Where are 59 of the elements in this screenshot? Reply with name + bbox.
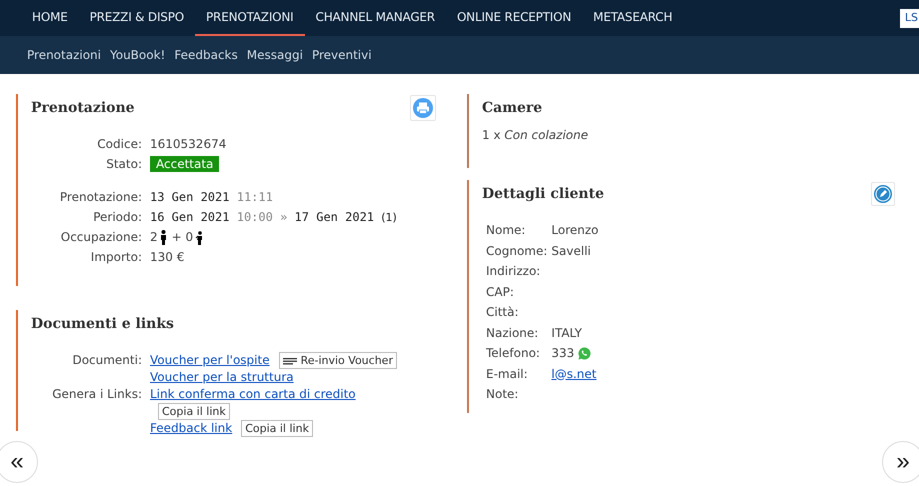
field-value: ITALY <box>551 324 582 341</box>
field-value: 333 <box>551 345 574 362</box>
adults-count: 2 <box>150 229 158 246</box>
range-separator: » <box>280 210 288 224</box>
next-button[interactable]: » <box>882 441 919 483</box>
field-label: E-mail: <box>486 366 529 382</box>
status-tag: Accettata <box>150 156 220 172</box>
field-label: Indirizzo: <box>486 263 542 280</box>
children-count: + 0 <box>172 229 194 246</box>
field-label: Occupazione: <box>60 229 142 246</box>
field-label: Stato: <box>105 156 142 173</box>
nav-tab[interactable]: CHANNEL MANAGER <box>304 0 446 36</box>
field-label: Periodo: <box>92 209 142 226</box>
field-label: Telefono: <box>486 345 541 362</box>
nav-tab[interactable]: METASEARCH <box>582 0 684 36</box>
subnav-link[interactable]: Prenotazioni <box>27 48 101 62</box>
nights-count: (1) <box>381 211 397 224</box>
section-title: Camere <box>482 100 542 116</box>
field-label: Documenti: <box>71 352 142 369</box>
section-title: Dettagli cliente <box>482 186 604 202</box>
field-label: Nome: <box>486 222 526 238</box>
field-label: Importo: <box>90 249 142 266</box>
voucher-link[interactable]: Voucher per l'ospite <box>150 352 270 369</box>
email-link[interactable]: l@s.net <box>551 366 596 382</box>
room-line: 1 x Con colazione <box>482 128 590 142</box>
field-label: Note: <box>486 386 520 402</box>
date-text: 16 Gen 2021 <box>150 210 230 224</box>
field-label: Cognome: <box>486 242 548 259</box>
field-label: CAP: <box>486 284 515 300</box>
user-badge[interactable]: LS <box>900 9 919 28</box>
amount-value: 130 € <box>150 249 186 266</box>
date-text: 13 Gen 2021 <box>150 190 230 204</box>
field-value: Savelli <box>551 242 591 259</box>
copy-link-button[interactable]: Copia il link <box>241 420 313 437</box>
booking-code: 1610532674 <box>150 136 228 153</box>
nav-tab[interactable]: PREZZI & DISPO <box>78 0 196 36</box>
subnav-link[interactable]: Feedbacks <box>174 48 238 62</box>
field-label: Genera i Links: <box>51 386 142 403</box>
voucher-link[interactable]: Voucher per la struttura <box>150 370 294 384</box>
field-label: Prenotazione: <box>58 189 142 206</box>
field-label: Codice: <box>96 136 142 153</box>
copy-link-button[interactable]: Copia il link <box>158 403 230 420</box>
field-value: Lorenzo <box>551 222 599 238</box>
section-title: Prenotazione <box>31 100 135 116</box>
field-label: Città: <box>486 304 520 320</box>
previous-button[interactable]: « <box>0 441 38 483</box>
subnav-link[interactable]: Messaggi <box>246 48 303 62</box>
subnav-link[interactable]: Preventivi <box>312 48 372 62</box>
subnav-link[interactable]: YouBook! <box>110 48 166 62</box>
nav-tab[interactable]: ONLINE RECEPTION <box>446 0 582 36</box>
confirmation-link[interactable]: Link conferma con carta di credito <box>150 387 356 401</box>
resend-button[interactable]: Re-invio Voucher <box>278 352 397 369</box>
time-text: 11:11 <box>236 190 273 204</box>
time-text: 10:00 <box>236 210 273 224</box>
date-text: 17 Gen 2021 <box>294 210 374 224</box>
section-title: Documenti e links <box>31 316 174 332</box>
feedback-link[interactable]: Feedback link <box>150 420 232 437</box>
nav-tab[interactable]: HOME <box>21 0 79 36</box>
field-label: Nazione: <box>486 324 540 341</box>
